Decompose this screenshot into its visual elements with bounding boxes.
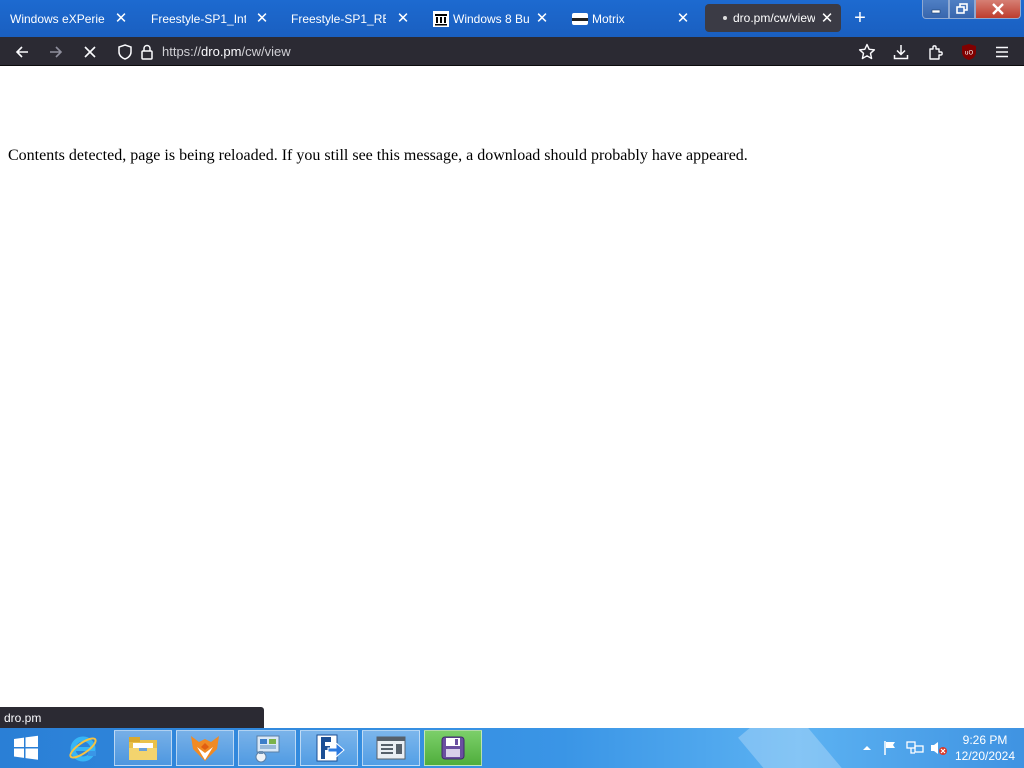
address-bar[interactable]: https://dro.pm/cw/view (162, 44, 291, 59)
stop-icon (84, 46, 96, 58)
tab-title: Freestyle-SP1_Inter (151, 11, 246, 26)
browser-tab-strip: Windows eXPerienc ✕ Freestyle-SP1_Inter … (0, 0, 1024, 37)
ublock-origin-button[interactable]: uO (957, 40, 981, 64)
taskbar-control-panel[interactable] (238, 730, 296, 766)
downloads-button[interactable] (889, 40, 913, 64)
tab-title: Freestyle-SP1_READ (291, 11, 386, 26)
motrix-icon (572, 11, 588, 27)
puzzle-icon (929, 45, 943, 60)
minimize-icon (931, 9, 940, 14)
tab-close-icon[interactable]: ✕ (395, 10, 411, 26)
clock-date: 12/20/2024 (954, 749, 1016, 763)
start-button[interactable] (0, 728, 52, 768)
bookmark-button[interactable] (855, 40, 879, 64)
close-window-button[interactable] (975, 0, 1021, 19)
taskbar-notepad-document[interactable] (362, 730, 420, 766)
download-icon (893, 45, 909, 60)
volume-muted-icon (931, 742, 947, 755)
arrow-right-icon (50, 46, 63, 58)
action-center-flag[interactable] (881, 739, 899, 757)
tab-motrix[interactable]: Motrix ✕ (562, 0, 697, 37)
floppy-disk-icon (441, 736, 465, 760)
taskbar-file-explorer[interactable] (114, 730, 172, 766)
svg-text:uO: uO (965, 50, 974, 57)
tab-close-icon[interactable]: ✕ (534, 10, 550, 26)
firefox-fox-icon (191, 736, 219, 761)
minimize-button[interactable] (922, 0, 949, 19)
system-clock[interactable]: 9:26 PM 12/20/2024 (950, 732, 1020, 764)
chevron-up-icon (863, 746, 871, 750)
navigation-toolbar: https://dro.pm/cw/view uO (0, 37, 1024, 66)
tab-freestyle-sp1-readme[interactable]: Freestyle-SP1_READ ✕ (281, 0, 417, 37)
reload-message: Contents detected, page is being reloade… (8, 147, 748, 164)
document-window-icon (376, 736, 406, 760)
file-sync-icon (316, 734, 345, 762)
museum-icon (433, 10, 449, 27)
taskbar-firefox[interactable] (176, 730, 234, 766)
volume-control[interactable] (930, 739, 948, 757)
back-button[interactable] (10, 40, 34, 64)
star-icon (858, 43, 876, 60)
tab-close-icon[interactable]: ✕ (254, 10, 270, 26)
app-menu-button[interactable] (990, 40, 1014, 64)
clock-time: 9:26 PM (962, 733, 1008, 747)
taskbar-floppy-app[interactable] (424, 730, 482, 766)
tab-windows-8-build[interactable]: Windows 8 Buil ✕ (423, 0, 556, 37)
page-content: Contents detected, page is being reloade… (0, 66, 1024, 728)
restore-icon (956, 3, 968, 14)
site-security-button[interactable] (135, 40, 159, 64)
flag-icon (884, 741, 895, 755)
forward-button[interactable] (44, 40, 68, 64)
ublock-shield-icon: uO (962, 44, 976, 60)
shield-icon (118, 44, 132, 60)
arrow-left-icon (15, 46, 28, 58)
url-domain: dro.pm (201, 44, 242, 59)
hamburger-menu-icon (996, 46, 1008, 58)
control-panel-icon (255, 735, 280, 763)
internet-explorer-icon (69, 736, 97, 762)
url-path: /cw/view (241, 44, 291, 59)
windows-logo-icon (14, 735, 38, 760)
url-scheme: https:// (162, 44, 202, 59)
stop-loading-button[interactable] (78, 40, 102, 64)
restore-button[interactable] (949, 0, 975, 19)
tab-freestyle-sp1-inter[interactable]: Freestyle-SP1_Inter ✕ (141, 0, 276, 37)
taskbar-internet-explorer[interactable] (54, 730, 112, 766)
network-icon (906, 741, 924, 754)
tab-close-icon[interactable]: ✕ (675, 10, 691, 26)
new-tab-plus-icon[interactable]: + (850, 8, 870, 28)
tracking-protection-button[interactable] (113, 40, 137, 64)
tab-title: Windows 8 Buil (453, 11, 529, 26)
tab-dro-pm-active[interactable]: dro.pm/cw/view ✕ (705, 4, 841, 32)
windows-taskbar: 9:26 PM 12/20/2024 (0, 728, 1024, 768)
extensions-button[interactable] (924, 40, 948, 64)
tab-close-icon[interactable]: ✕ (113, 10, 129, 26)
link-status-bar: dro.pm (0, 707, 264, 728)
tab-title: Motrix (592, 11, 625, 26)
tab-title: dro.pm/cw/view (733, 11, 815, 25)
show-hidden-icons-button[interactable] (858, 739, 876, 757)
tab-windows-experience[interactable]: Windows eXPerienc ✕ (0, 0, 135, 37)
taskbar-freefilesync[interactable] (300, 730, 358, 766)
loading-dot-icon (723, 16, 727, 20)
network-status[interactable] (906, 739, 924, 757)
folder-icon (129, 737, 157, 760)
close-icon (992, 3, 1004, 15)
tab-title: Windows eXPerienc (10, 11, 105, 26)
lock-icon (141, 44, 153, 60)
tab-close-icon[interactable]: ✕ (819, 10, 835, 26)
